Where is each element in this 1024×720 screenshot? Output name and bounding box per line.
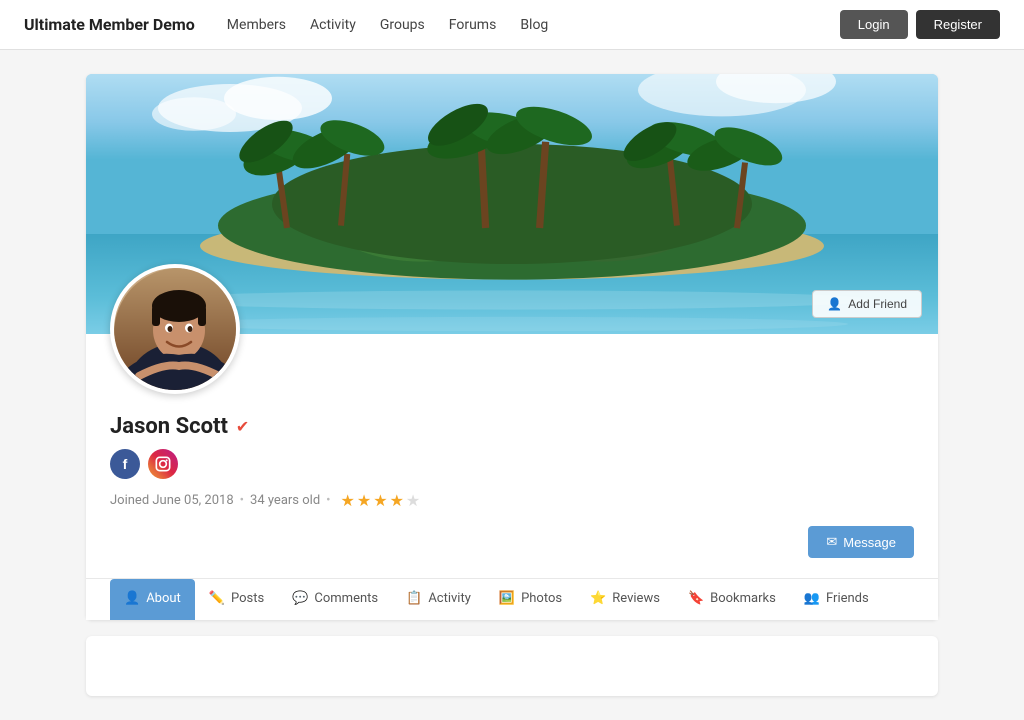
tab-activity-icon: 📋: [406, 591, 422, 606]
site-title: Ultimate Member Demo: [24, 15, 195, 34]
profile-info: Jason Scott ✔ f Joined June 05, 2018 •: [86, 334, 938, 578]
nav-list: Members Activity Groups Forums Blog: [227, 17, 549, 33]
header-right: Login Register: [840, 10, 1000, 39]
instagram-icon: [155, 456, 171, 472]
social-links: f: [110, 449, 914, 479]
message-button[interactable]: ✉ Message: [808, 526, 914, 558]
main-content: 👤 Add Friend: [62, 50, 962, 720]
meta-dot-1: •: [240, 493, 244, 508]
rating-stars: ★ ★ ★ ★ ★: [341, 491, 421, 510]
tab-reviews[interactable]: ⭐ Reviews: [576, 579, 674, 620]
header: Ultimate Member Demo Members Activity Gr…: [0, 0, 1024, 50]
tab-about[interactable]: 👤 About: [110, 579, 195, 620]
tab-bookmarks-icon: 🔖: [688, 591, 704, 606]
nav-item-members[interactable]: Members: [227, 17, 286, 33]
verified-icon: ✔: [236, 417, 249, 436]
profile-card: 👤 Add Friend: [86, 74, 938, 620]
tab-activity[interactable]: 📋 Activity: [392, 579, 485, 620]
tab-photos-icon: 🖼️: [499, 591, 515, 606]
tab-comments-icon: 💬: [292, 591, 308, 606]
tab-posts-icon: ✏️: [209, 591, 225, 606]
nav-item-blog[interactable]: Blog: [520, 17, 548, 33]
message-btn-row: ✉ Message: [110, 526, 914, 558]
tab-reviews-icon: ⭐: [590, 591, 606, 606]
facebook-link[interactable]: f: [110, 449, 140, 479]
tab-bookmarks[interactable]: 🔖 Bookmarks: [674, 579, 790, 620]
profile-name: Jason Scott: [110, 414, 228, 439]
avatar: [110, 264, 240, 394]
header-left: Ultimate Member Demo Members Activity Gr…: [24, 15, 548, 34]
instagram-link[interactable]: [148, 449, 178, 479]
tab-posts[interactable]: ✏️ Posts: [195, 579, 278, 620]
meta-dot-2: •: [326, 493, 330, 508]
tab-bar: 👤 About ✏️ Posts 💬 Comments 📋 Activity 🖼…: [86, 578, 938, 620]
star-5: ★: [406, 491, 420, 510]
tab-about-icon: 👤: [124, 591, 140, 606]
add-friend-icon: 👤: [827, 297, 842, 311]
star-4: ★: [390, 491, 404, 510]
joined-date: Joined June 05, 2018: [110, 493, 234, 508]
profile-meta: Joined June 05, 2018 • 34 years old • ★ …: [110, 491, 914, 510]
star-3: ★: [373, 491, 387, 510]
tab-friends-icon: 👥: [804, 591, 820, 606]
message-icon: ✉: [826, 534, 837, 550]
register-button[interactable]: Register: [916, 10, 1000, 39]
tab-friends[interactable]: 👥 Friends: [790, 579, 883, 620]
nav-item-forums[interactable]: Forums: [449, 17, 497, 33]
star-2: ★: [357, 491, 371, 510]
bottom-section: [86, 636, 938, 696]
main-nav: Members Activity Groups Forums Blog: [227, 17, 549, 33]
add-friend-button[interactable]: 👤 Add Friend: [812, 290, 922, 318]
age: 34 years old: [250, 493, 320, 508]
nav-item-groups[interactable]: Groups: [380, 17, 425, 33]
tab-comments[interactable]: 💬 Comments: [278, 579, 392, 620]
tab-photos[interactable]: 🖼️ Photos: [485, 579, 576, 620]
login-button[interactable]: Login: [840, 10, 908, 39]
star-1: ★: [341, 491, 355, 510]
nav-item-activity[interactable]: Activity: [310, 17, 356, 33]
